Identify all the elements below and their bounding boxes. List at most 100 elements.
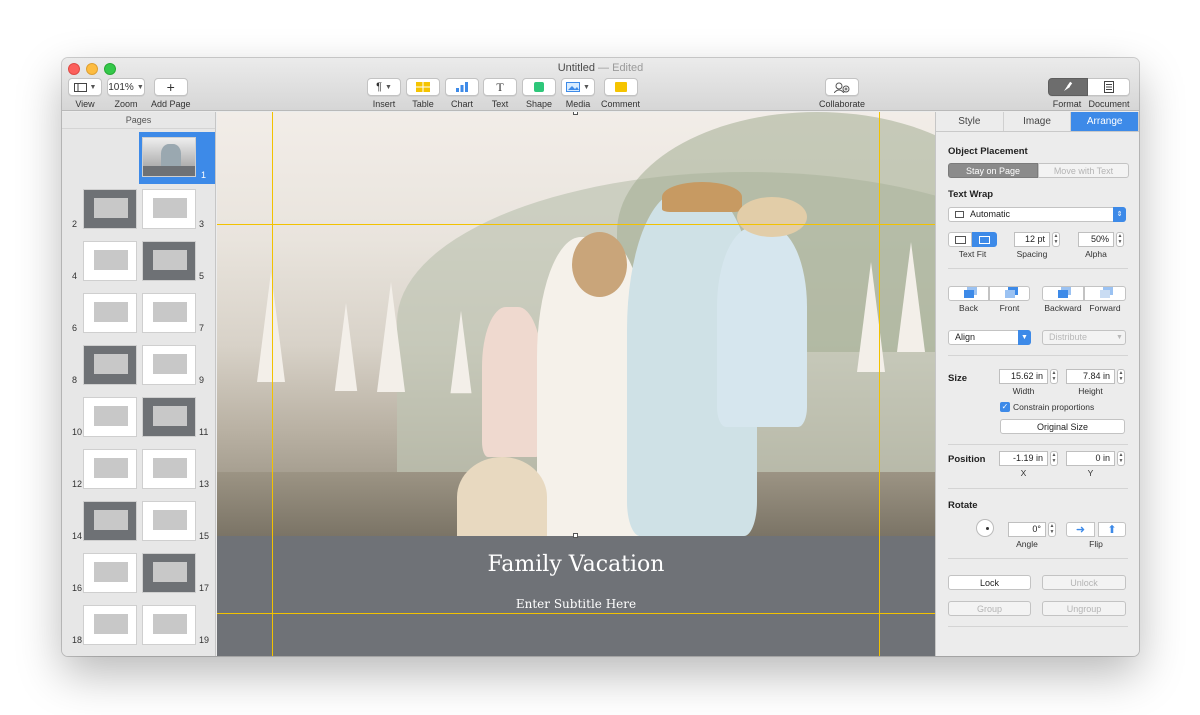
flip-horizontal-button[interactable]: ➜ [1066, 522, 1095, 537]
page-thumbnail[interactable] [142, 345, 196, 385]
stay-on-page-button[interactable]: Stay on Page [948, 163, 1038, 178]
thumbnail-image [94, 198, 128, 218]
page-thumbnail[interactable] [83, 241, 137, 281]
height-stepper[interactable]: ▲ ▼ [1117, 369, 1125, 384]
page-thumbnail[interactable] [142, 501, 196, 541]
table-label: Table [412, 99, 434, 109]
height-field[interactable]: 7.84 in [1066, 369, 1115, 384]
page-thumbnail[interactable] [83, 345, 137, 385]
back-button[interactable] [948, 286, 989, 301]
width-field[interactable]: 15.62 in [999, 369, 1048, 384]
flip-vertical-button[interactable]: ⬆ [1098, 522, 1126, 537]
table-control[interactable]: Table [406, 78, 440, 109]
collaborate-control[interactable]: Collaborate [819, 78, 865, 109]
page-subtitle[interactable]: Enter Subtitle Here [217, 597, 935, 611]
text-control[interactable]: T Text [483, 78, 517, 109]
angle-stepper[interactable]: ▲ ▼ [1048, 522, 1056, 537]
add-page-button[interactable]: + [153, 78, 188, 96]
page-thumbnail[interactable] [142, 605, 196, 645]
chart-control[interactable]: Chart [445, 78, 479, 109]
page-title[interactable]: Family Vacation [217, 552, 935, 577]
text-wrap-select[interactable]: Automatic ⇕ [948, 207, 1126, 222]
spacing-field[interactable]: 12 pt [1014, 232, 1050, 247]
page-thumbnail[interactable] [83, 605, 137, 645]
spacing-stepper[interactable]: ▲ ▼ [1052, 232, 1060, 247]
page-thumbnail[interactable] [142, 241, 196, 281]
thumbnail-image [153, 250, 187, 270]
table-button[interactable] [406, 78, 440, 96]
original-size-button[interactable]: Original Size [1000, 419, 1125, 434]
thumbnail-image [153, 302, 187, 322]
media-control[interactable]: ▼ Media [561, 78, 595, 109]
view-menu[interactable]: ▼ View [68, 78, 102, 109]
insert-control[interactable]: ¶ ▼ Insert [367, 78, 401, 109]
shape-control[interactable]: Shape [522, 78, 556, 109]
page-thumbnail[interactable] [83, 501, 137, 541]
page-thumbnail[interactable] [142, 553, 196, 593]
angle-field[interactable]: 0° [1008, 522, 1046, 537]
format-button[interactable] [1048, 78, 1088, 96]
page-thumbnail[interactable] [142, 293, 196, 333]
media-button[interactable]: ▼ [561, 78, 595, 96]
page-thumbnail[interactable] [83, 449, 137, 489]
lock-button[interactable]: Lock [948, 575, 1031, 590]
tab-style[interactable]: Style [936, 112, 1004, 131]
collaborate-button[interactable] [825, 78, 860, 96]
alpha-stepper[interactable]: ▲ ▼ [1116, 232, 1124, 247]
unlock-button[interactable]: Unlock [1042, 575, 1126, 590]
constrain-proportions-checkbox[interactable]: ✓ [1000, 402, 1010, 412]
text-fit-option[interactable] [948, 232, 972, 247]
document-button[interactable] [1088, 78, 1130, 96]
forward-button[interactable] [1084, 286, 1126, 301]
resize-handle[interactable] [573, 112, 578, 115]
text-fit-option-selected[interactable] [972, 232, 997, 247]
inspector-controls: Format Document [1047, 78, 1131, 109]
vacation-photo[interactable] [217, 112, 935, 536]
rotate-dial[interactable] [976, 519, 994, 537]
flip-label: Flip [1089, 539, 1103, 549]
text-button[interactable]: T [483, 78, 517, 96]
view-button[interactable]: ▼ [68, 78, 102, 96]
page-thumbnail[interactable] [142, 397, 196, 437]
page-thumbnail[interactable] [142, 449, 196, 489]
ungroup-button[interactable]: Ungroup [1042, 601, 1126, 616]
zoom-menu[interactable]: 101% ▼ Zoom [107, 78, 145, 109]
divider [948, 626, 1128, 627]
shape-button[interactable] [522, 78, 556, 96]
alignment-guide [217, 224, 935, 225]
page-thumbnail[interactable] [83, 553, 137, 593]
front-button[interactable] [989, 286, 1030, 301]
page-thumbnail[interactable] [83, 293, 137, 333]
tab-arrange[interactable]: Arrange [1071, 112, 1139, 131]
document-canvas[interactable]: Family Vacation Enter Subtitle Here [217, 112, 935, 656]
group-button[interactable]: Group [948, 601, 1031, 616]
insert-button[interactable]: ¶ ▼ [367, 78, 401, 96]
text-fit-icon [954, 235, 966, 244]
thumbnail-image [153, 614, 187, 634]
tab-image[interactable]: Image [1004, 112, 1072, 131]
page-number: 4 [72, 271, 78, 281]
page-thumbnail[interactable] [142, 189, 196, 229]
resize-handle[interactable] [573, 533, 578, 538]
width-stepper[interactable]: ▲ ▼ [1050, 369, 1058, 384]
page-thumbnail[interactable] [83, 189, 137, 229]
align-select[interactable]: Align ▼ [948, 330, 1031, 345]
comment-button[interactable] [603, 78, 638, 96]
x-stepper[interactable]: ▲ ▼ [1050, 451, 1058, 466]
distribute-select[interactable]: Distribute ▼ [1042, 330, 1126, 345]
page-thumbnail[interactable] [83, 397, 137, 437]
add-page-control[interactable]: + Add Page [151, 78, 191, 109]
comment-control[interactable]: Comment [601, 78, 640, 109]
chart-button[interactable] [445, 78, 479, 96]
page-thumbnail[interactable] [142, 137, 196, 177]
y-field[interactable]: 0 in [1066, 451, 1115, 466]
thumbnail-image [153, 406, 187, 426]
alpha-field[interactable]: 50% [1078, 232, 1114, 247]
page-number: 15 [199, 531, 210, 541]
pages-sidebar-title: Pages [62, 112, 215, 129]
move-with-text-button[interactable]: Move with Text [1038, 163, 1129, 178]
zoom-button[interactable]: 101% ▼ [107, 78, 145, 96]
y-stepper[interactable]: ▲ ▼ [1117, 451, 1125, 466]
x-field[interactable]: -1.19 in [999, 451, 1048, 466]
backward-button[interactable] [1042, 286, 1084, 301]
